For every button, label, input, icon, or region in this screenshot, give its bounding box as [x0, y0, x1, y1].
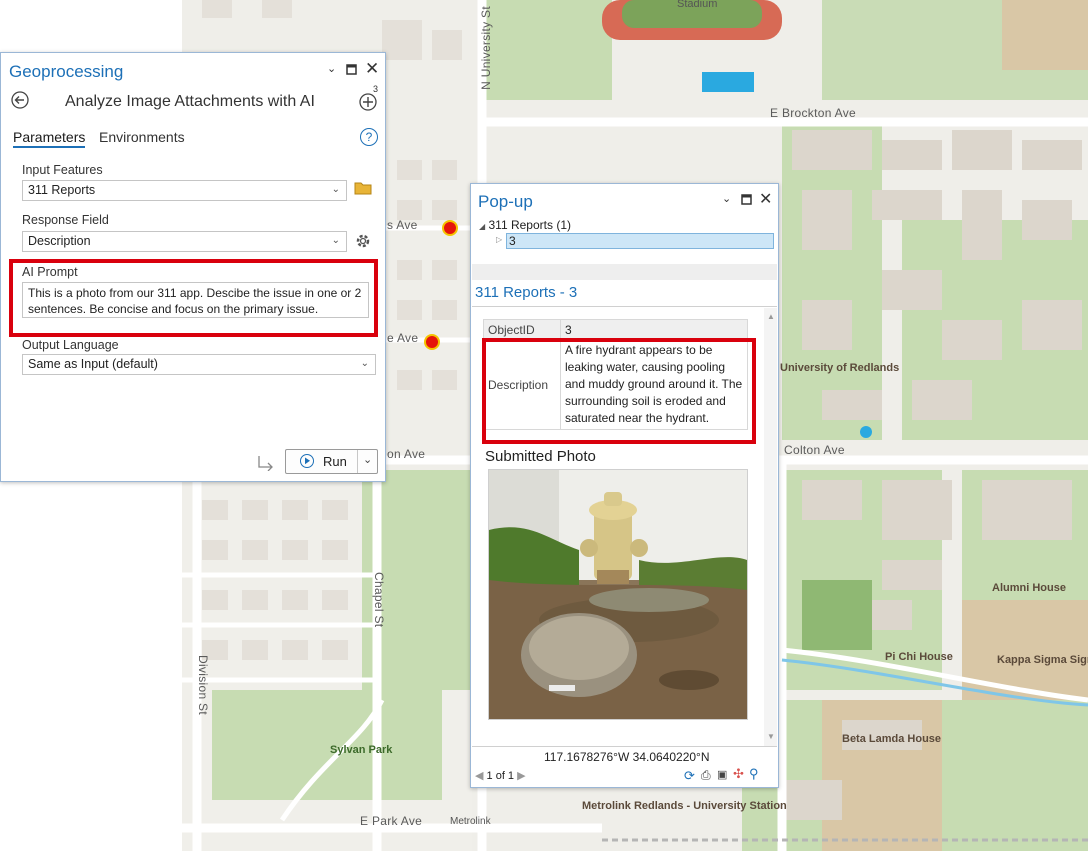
back-arrow-icon[interactable] — [10, 90, 30, 115]
map-label-metrolink-station: Metrolink Redlands - University Station — [582, 800, 787, 812]
map-label-e-ave: e Ave — [387, 331, 419, 345]
submitted-photo[interactable] — [488, 469, 748, 720]
map-label-pi-chi-house: Pi Chi House — [885, 651, 953, 663]
play-icon — [300, 454, 314, 468]
coordinates-readout: 117.1678276°W 34.0640220°N — [544, 750, 710, 764]
previous-icon[interactable]: ◀ — [475, 770, 483, 782]
help-icon[interactable]: ? — [360, 128, 378, 146]
ai-prompt-label: AI Prompt — [22, 265, 78, 279]
chevron-down-icon[interactable]: ⌄ — [327, 62, 336, 75]
map-label-e-park-ave: E Park Ave — [360, 814, 423, 828]
print-icon[interactable]: ⎙ — [701, 768, 711, 783]
popup-title: Pop-up — [478, 192, 533, 211]
ai-prompt-textarea[interactable]: This is a photo from our 311 app. Descib… — [22, 282, 369, 318]
output-language-value: Same as Input (default) — [28, 357, 158, 371]
tool-title: Analyze Image Attachments with AI — [65, 93, 315, 110]
map-label-stadium: Stadium — [677, 0, 718, 10]
tree-feature-item[interactable]: 3 — [506, 233, 774, 249]
popup-pane: Pop-up ⌄ ✕ ◢ 311 Reports (1) ▷ 3 311 Rep… — [470, 183, 779, 788]
geoprocessing-title: Geoprocessing — [9, 62, 124, 81]
output-language-dropdown[interactable]: Same as Input (default) ⌄ — [22, 354, 376, 375]
input-features-value: 311 Reports — [28, 183, 96, 197]
chevron-down-icon[interactable]: ⌄ — [722, 192, 731, 205]
map-label-on-ave: on Ave — [387, 447, 426, 461]
tab-parameters[interactable]: Parameters — [13, 129, 86, 148]
response-field-dropdown[interactable]: Description ⌄ — [22, 231, 347, 252]
map-point-311-report[interactable] — [424, 334, 440, 350]
add-badge: 3 — [373, 84, 379, 94]
pager-label: 1 of 1 — [486, 770, 515, 782]
maximize-icon[interactable] — [346, 62, 357, 78]
add-circle-icon[interactable] — [358, 90, 380, 117]
gear-icon[interactable] — [353, 231, 373, 256]
pager: ◀ 1 of 1 ▶ — [475, 769, 526, 782]
section-divider — [472, 306, 777, 307]
map-point-311-report[interactable] — [442, 220, 458, 236]
map-label-alumni-house: Alumni House — [992, 582, 1066, 594]
description-highlight — [482, 338, 756, 444]
map-label-s-ave: s Ave — [387, 218, 418, 232]
hydrant-photo — [489, 470, 747, 719]
collapse-triangle-icon: ◢ — [479, 222, 486, 231]
close-icon[interactable]: ✕ — [759, 189, 772, 209]
chevron-down-icon: ⌄ — [331, 235, 340, 246]
map-label-university-of-redlands: University of Redlands — [780, 362, 900, 374]
map-label-metrolink: Metrolink — [450, 816, 491, 827]
scrollbar[interactable]: ▲ ▼ — [764, 308, 777, 746]
scroll-up-icon[interactable]: ▲ — [767, 312, 775, 321]
run-split-divider — [357, 450, 358, 473]
chevron-down-icon: ⌄ — [331, 184, 340, 195]
photo-label: Submitted Photo — [485, 448, 596, 465]
refresh-icon[interactable]: ⟳ — [684, 768, 695, 784]
map-label-n-university-st: N University St — [479, 6, 493, 90]
batch-icon[interactable] — [256, 453, 276, 476]
geoprocessing-pane: Geoprocessing ⌄ ✕ Analyze Image Attachme… — [0, 52, 386, 482]
section-title: 311 Reports - 3 — [475, 284, 578, 301]
tree-layer-node[interactable]: ◢ 311 Reports (1) — [479, 218, 571, 232]
map-label-kappa-sigma: Kappa Sigma Sigma House — [997, 654, 1088, 666]
field-name: ObjectID — [483, 319, 561, 340]
next-icon[interactable]: ▶ — [517, 770, 525, 782]
output-language-label: Output Language — [22, 338, 119, 352]
map-label-beta-lamda: Beta Lamda House — [842, 733, 942, 745]
input-features-dropdown[interactable]: 311 Reports ⌄ — [22, 180, 347, 201]
input-features-label: Input Features — [22, 163, 103, 177]
run-label: Run — [323, 454, 347, 469]
close-icon[interactable]: ✕ — [365, 59, 379, 79]
map-label-chapel-st: Chapel St — [372, 572, 386, 628]
field-value: 3 — [560, 319, 748, 340]
scroll-down-icon[interactable]: ▼ — [767, 732, 775, 741]
map-label-sylvan-park: Sylvan Park — [330, 744, 393, 756]
map-label-division-st: Division St — [196, 655, 210, 715]
response-field-label: Response Field — [22, 213, 109, 227]
chevron-down-icon: ⌄ — [360, 358, 369, 369]
run-button[interactable]: Run ⌄ — [285, 449, 378, 474]
tab-environments[interactable]: Environments — [99, 129, 185, 145]
folder-icon[interactable] — [354, 180, 373, 201]
tree-layer-label: 311 Reports (1) — [488, 218, 571, 232]
copy-icon[interactable]: ▣ — [717, 768, 727, 781]
response-field-value: Description — [28, 234, 91, 248]
table-row: ObjectID 3 — [483, 319, 748, 340]
footer-divider — [472, 746, 777, 747]
flash-icon[interactable]: ✣ — [733, 766, 744, 782]
map-label-colton-ave: Colton Ave — [784, 443, 845, 457]
chevron-down-icon[interactable]: ⌄ — [363, 453, 372, 466]
maximize-icon[interactable] — [741, 192, 752, 208]
splitter-bar[interactable] — [472, 264, 777, 280]
expand-triangle-icon[interactable]: ▷ — [496, 235, 502, 244]
zoom-to-icon[interactable]: ⚲ — [749, 766, 759, 782]
map-label-e-brockton-ave: E Brockton Ave — [770, 106, 857, 120]
